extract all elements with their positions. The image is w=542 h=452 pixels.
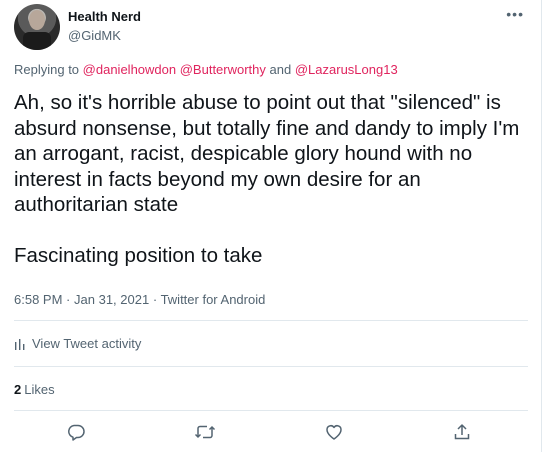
tweet-meta: 6:58 PM · Jan 31, 2021 · Twitter for And…: [14, 292, 265, 307]
author-handle[interactable]: @GidMK: [68, 28, 121, 43]
tweet-text: Ah, so it's horrible abuse to point out …: [14, 91, 520, 267]
author-name[interactable]: Health Nerd: [68, 9, 141, 24]
divider: [14, 320, 528, 321]
reply-button[interactable]: [64, 420, 88, 444]
mention-butterworthy[interactable]: @Butterworthy: [180, 62, 266, 77]
share-button[interactable]: [450, 420, 474, 444]
avatar-face: [29, 10, 45, 30]
retweet-button[interactable]: [193, 420, 217, 444]
tweet-source[interactable]: Twitter for Android: [161, 292, 266, 307]
meta-separator: ·: [152, 292, 158, 307]
reply-icon: [67, 424, 85, 441]
tweet-time[interactable]: 6:58 PM: [14, 292, 62, 307]
meta-separator: ·: [66, 292, 71, 307]
more-horizontal-icon[interactable]: •••: [506, 6, 524, 22]
retweet-icon: [194, 425, 216, 439]
replying-to-and: and: [269, 62, 292, 77]
likes-count-link[interactable]: 2 Likes: [14, 382, 55, 397]
tweet-header: Health Nerd @GidMK •••: [14, 4, 530, 50]
divider: [14, 410, 528, 411]
share-icon: [454, 424, 470, 440]
likes-label: Likes: [24, 382, 55, 397]
view-tweet-activity-label: View Tweet activity: [32, 336, 142, 351]
heart-icon: [326, 425, 342, 440]
likes-count: 2: [14, 382, 22, 397]
avatar[interactable]: [14, 4, 60, 50]
replying-to-prefix: Replying to: [14, 62, 80, 77]
mention-lazaruslong13[interactable]: @LazarusLong13: [295, 62, 398, 77]
bar-chart-icon: [15, 338, 25, 350]
divider: [14, 366, 528, 367]
action-bar: [0, 420, 542, 444]
like-button[interactable]: [322, 420, 346, 444]
view-tweet-activity-link[interactable]: View Tweet activity: [14, 336, 141, 351]
avatar-shirt: [23, 32, 51, 50]
replying-to: Replying to @danielhowdon @Butterworthy …: [14, 62, 398, 77]
tweet-date[interactable]: Jan 31, 2021: [74, 292, 149, 307]
mention-danielhowdon[interactable]: @danielhowdon: [83, 62, 176, 77]
